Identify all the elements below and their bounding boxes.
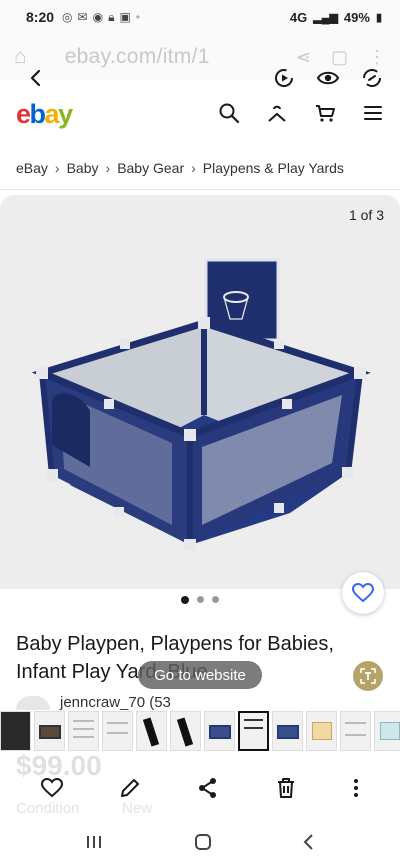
thumbnail[interactable] — [68, 711, 99, 751]
watch-button[interactable] — [342, 572, 384, 614]
thumbnail-strip — [0, 711, 400, 751]
breadcrumb-baby-gear[interactable]: Baby Gear — [117, 160, 184, 176]
ebay-header: ebay — [0, 100, 400, 136]
thumbnail[interactable] — [340, 711, 371, 751]
go-to-website-button[interactable]: Go to website — [138, 661, 262, 689]
thumbnail[interactable] — [34, 711, 65, 751]
battery-icon: ▮ — [375, 11, 382, 24]
breadcrumb-ebay[interactable]: eBay — [16, 160, 48, 176]
playpen-image — [31, 258, 371, 551]
screen-record-button[interactable] — [272, 66, 296, 90]
thumbnail[interactable] — [0, 711, 31, 751]
back-icon — [30, 69, 41, 87]
status-time: 8:20 — [26, 9, 55, 25]
home-icon[interactable] — [193, 832, 213, 852]
status-bar: 8:20 ◎ ✉ ◉ 🔒︎ ▣ • 4G ▂▄▆ 49% ▮ — [0, 0, 400, 34]
phone-screen: 8:20 ◎ ✉ ◉ 🔒︎ ▣ • 4G ▂▄▆ 49% ▮ ⌂ ebay.co… — [0, 0, 400, 866]
text-extract-button[interactable] — [353, 661, 383, 691]
thumbnail[interactable] — [374, 711, 400, 751]
notification-icons: ◎ ✉ ◉ 🔒︎ ▣ • — [62, 10, 140, 25]
thumbnail[interactable] — [136, 711, 167, 751]
network-indicator: 4G — [289, 9, 308, 25]
sync-button[interactable] — [360, 66, 384, 90]
recents-icon[interactable] — [84, 833, 104, 851]
trash-icon[interactable] — [275, 777, 297, 799]
signal-icon: ▂▄▆ — [313, 11, 338, 24]
pagination-dot[interactable] — [212, 596, 219, 603]
status-right: 4G ▂▄▆ 49% ▮ — [290, 10, 382, 25]
image-counter: 1 of 3 — [348, 207, 384, 223]
seller-avatar — [16, 696, 50, 710]
dot-icon: • — [135, 9, 140, 24]
view-button[interactable] — [316, 66, 340, 90]
thumbnail[interactable] — [238, 711, 269, 751]
thumbnail[interactable] — [102, 711, 133, 751]
image-icon: ▣ — [119, 9, 131, 24]
menu-icon[interactable] — [362, 102, 384, 124]
system-navigation-bar — [0, 818, 400, 866]
chevron-right-icon: › — [105, 159, 111, 176]
heart-icon[interactable] — [40, 777, 64, 799]
thumbnail[interactable] — [306, 711, 337, 751]
breadcrumb-baby[interactable]: Baby — [67, 160, 99, 176]
messenger-icon: ◎ — [62, 9, 73, 24]
breadcrumb: eBay › Baby › Baby Gear › Playpens & Pla… — [0, 146, 400, 190]
action-toolbar — [0, 766, 400, 810]
chrome-icon: ◉ — [92, 9, 104, 24]
overlay-app-bar — [0, 56, 400, 100]
chevron-right-icon: › — [54, 159, 60, 176]
pagination-dot[interactable] — [181, 596, 189, 604]
more-icon[interactable] — [352, 777, 360, 799]
eye-icon — [316, 71, 340, 85]
cart-icon[interactable] — [314, 102, 336, 124]
account-icon[interactable] — [266, 102, 288, 124]
seller-info[interactable]: jenncraw_70 (53 — [60, 694, 171, 711]
chevron-right-icon: › — [191, 159, 196, 176]
gallery-pagination — [0, 596, 400, 604]
lock-icon: 🔒︎ — [108, 9, 115, 24]
pagination-dot[interactable] — [197, 596, 204, 603]
thumbnail[interactable] — [272, 711, 303, 751]
sync-icon — [363, 69, 381, 87]
battery-percent: 49% — [343, 9, 370, 25]
thumbnail[interactable] — [170, 711, 201, 751]
thumbnail[interactable] — [204, 711, 235, 751]
mail-icon: ✉ — [77, 9, 88, 24]
breadcrumb-playpens[interactable]: Playpens & Play Yards — [203, 160, 344, 176]
back-nav-icon[interactable] — [302, 832, 316, 852]
share-icon[interactable] — [197, 777, 219, 799]
search-icon[interactable] — [218, 102, 240, 124]
pen-icon[interactable] — [119, 777, 141, 799]
text-scan-icon — [360, 668, 376, 684]
screen-record-icon — [275, 69, 293, 87]
back-button[interactable] — [20, 62, 52, 94]
ebay-logo[interactable]: ebay — [16, 100, 73, 130]
